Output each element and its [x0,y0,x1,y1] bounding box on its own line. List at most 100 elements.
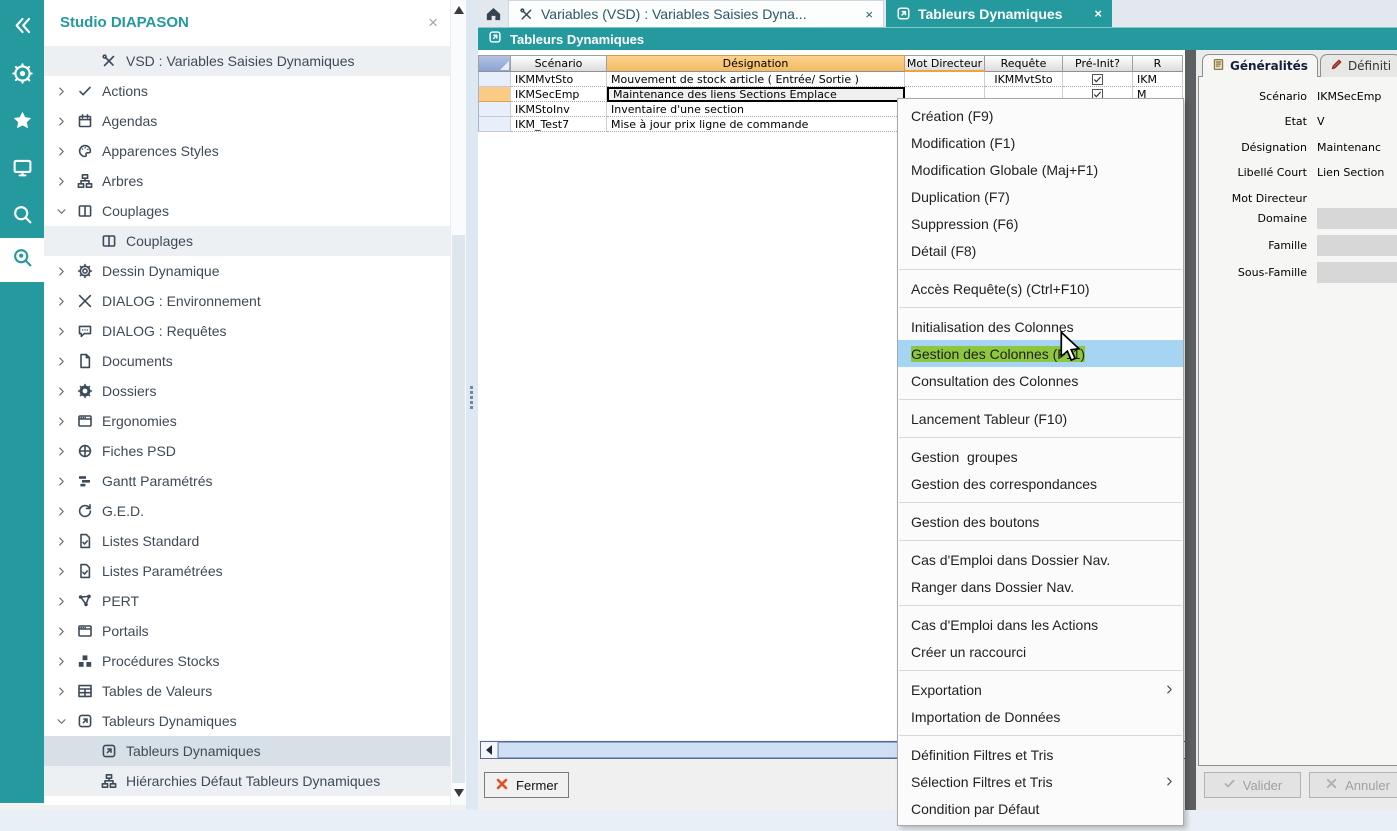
tree-item-pert[interactable]: PERT [44,586,450,616]
chevron-right-icon[interactable] [54,566,68,577]
chevron-right-icon[interactable] [54,386,68,397]
tree-item-g-e-d[interactable]: G.E.D. [44,496,450,526]
cell-scenario[interactable]: IKMMvtSto [511,72,607,87]
table-row[interactable]: IKMMvtStoMouvement de stock article ( En… [478,72,1183,87]
grid-column-header-d-signation[interactable]: Désignation [607,55,905,72]
scroll-left-icon[interactable] [481,742,498,758]
tree-item-documents[interactable]: Documents [44,346,450,376]
cell-mot-directeur[interactable] [905,72,985,87]
cell-scenario[interactable]: IKM_Test7 [511,117,607,132]
menu-item-condition-par-d-faut[interactable]: Condition par Défaut [898,795,1183,822]
chevron-right-icon[interactable] [54,416,68,427]
valider-button[interactable]: Valider [1204,772,1301,798]
tree-scrollbar-thumb[interactable] [452,235,465,783]
grid-column-header-r[interactable]: R [1133,55,1183,72]
tree-item-dialog-requ-tes[interactable]: DIALOG : Requêtes [44,316,450,346]
tree-item-tableurs-dynamiques[interactable]: Tableurs Dynamiques [44,736,450,766]
tree-item-ergonomies[interactable]: Ergonomies [44,406,450,436]
tree-scrollbar[interactable] [450,0,466,805]
menu-item-d-tail-f8[interactable]: Détail (F8) [898,237,1183,264]
cell-scenario[interactable]: IKMSecEmp [511,87,607,102]
row-selector[interactable] [478,72,511,87]
field-input-sous-famille[interactable] [1317,262,1397,283]
fermer-button[interactable]: Fermer [484,772,569,798]
menu-item-gestion-groupes[interactable]: Gestion groupes [898,443,1183,470]
menu-item-gestion-des-colonnes-f11[interactable]: Gestion des Colonnes (F11) [898,340,1183,367]
cell-requete[interactable]: IKMMvtSto [985,72,1063,87]
rail-item-favorites-star[interactable] [0,101,44,145]
cell-pre-init[interactable] [1063,72,1133,87]
field-input-famille[interactable] [1317,235,1397,256]
menu-item-cas-d-emploi-dans-dossier-nav[interactable]: Cas d'Emploi dans Dossier Nav. [898,546,1183,573]
scroll-down-icon[interactable] [454,789,464,797]
home-icon[interactable] [484,4,503,28]
cell-designation[interactable]: Mise à jour prix ligne de commande [607,117,905,132]
tree-item-portails[interactable]: Portails [44,616,450,646]
tab-close-icon[interactable]: × [855,7,873,22]
chevron-right-icon[interactable] [54,176,68,187]
tree-item-agendas[interactable]: Agendas [44,106,450,136]
rail-item-modules-wheel[interactable] [0,54,44,98]
grid-select-all-header[interactable] [478,55,511,72]
cell-designation[interactable]: Inventaire d'une section [607,102,905,117]
tree-item-apparences-styles[interactable]: Apparences Styles [44,136,450,166]
tab-variables-vsd-variables-saisies-dyna[interactable]: Variables (VSD) : Variables Saisies Dyna… [508,0,884,27]
tree-item-tableurs-dynamiques[interactable]: Tableurs Dynamiques [44,706,450,736]
cell-scenario[interactable]: IKMStoInv [511,102,607,117]
tree-item-arbres[interactable]: Arbres [44,166,450,196]
rail-item-search[interactable] [0,195,44,239]
grid-column-header-requ-te[interactable]: Requête [985,55,1063,72]
rail-item-search-location[interactable] [0,238,44,282]
menu-item-importation-de-donn-es[interactable]: Importation de Données [898,703,1183,730]
chevron-right-icon[interactable] [54,86,68,97]
menu-item-gestion-des-boutons[interactable]: Gestion des boutons [898,508,1183,535]
menu-item-duplication-f7[interactable]: Duplication (F7) [898,183,1183,210]
chevron-right-icon[interactable] [54,656,68,667]
chevron-right-icon[interactable] [54,686,68,697]
menu-item-acc-s-requ-te-s-ctrl-f10[interactable]: Accès Requête(s) (Ctrl+F10) [898,275,1183,302]
menu-item-d-finition-filtres-et-tris[interactable]: Définition Filtres et Tris [898,741,1183,768]
scroll-up-icon[interactable] [454,6,464,14]
tree-item-couplages[interactable]: Couplages [44,226,450,256]
cell-designation[interactable]: Mouvement de stock article ( Entrée/ Sor… [607,72,905,87]
chevron-right-icon[interactable] [54,596,68,607]
menu-item-modification-globale-maj-f1[interactable]: Modification Globale (Maj+F1) [898,156,1183,183]
row-selector[interactable] [478,87,511,102]
annuler-button[interactable]: Annuler [1309,772,1397,798]
tree-item-vsd-variables-saisies-dynamiques[interactable]: VSD : Variables Saisies Dynamiques [44,46,450,76]
cell-r[interactable]: IKM [1133,72,1183,87]
row-selector[interactable] [478,102,511,117]
tree-item-listes-param-tr-es[interactable]: Listes Paramétrées [44,556,450,586]
tree-item-actions[interactable]: Actions [44,76,450,106]
tree-item-fiches-psd[interactable]: Fiches PSD [44,436,450,466]
detail-tab-g-n-ralit-s[interactable]: Généralités [1202,54,1318,77]
grid-column-header-pr-init-[interactable]: Pré-Init? [1063,55,1133,72]
chevron-right-icon[interactable] [54,356,68,367]
tree-item-couplages[interactable]: Couplages [44,196,450,226]
menu-item-consultation-des-colonnes[interactable]: Consultation des Colonnes [898,367,1183,394]
tree-item-proc-dures-stocks[interactable]: Procédures Stocks [44,646,450,676]
pane-divider[interactable] [1185,50,1196,810]
chevron-right-icon[interactable] [54,446,68,457]
menu-item-cr-ation-f9[interactable]: Création (F9) [898,102,1183,129]
menu-item-cr-er-un-raccourci[interactable]: Créer un raccourci [898,638,1183,665]
checkbox-checked-icon[interactable] [1092,74,1103,85]
detail-tab-d-finiti[interactable]: Définiti [1320,54,1397,77]
tree-item-gantt-param-tr-s[interactable]: Gantt Paramétrés [44,466,450,496]
field-input-domaine[interactable] [1317,208,1397,229]
chevron-right-icon[interactable] [54,506,68,517]
grid-column-header-sc-nario[interactable]: Scénario [511,55,607,72]
chevron-right-icon[interactable] [54,326,68,337]
menu-item-suppression-f6[interactable]: Suppression (F6) [898,210,1183,237]
chevron-right-icon[interactable] [54,296,68,307]
panel-splitter[interactable] [466,0,478,810]
chevron-right-icon[interactable] [54,476,68,487]
chevron-right-icon[interactable] [54,266,68,277]
chevron-right-icon[interactable] [54,626,68,637]
menu-item-ranger-dans-dossier-nav[interactable]: Ranger dans Dossier Nav. [898,573,1183,600]
rail-item-screens-monitor[interactable] [0,148,44,192]
menu-item-s-lection-filtres-et-tris[interactable]: Sélection Filtres et Tris [898,768,1183,795]
tree-item-dossiers[interactable]: Dossiers [44,376,450,406]
tree-item-tables-de-valeurs[interactable]: Tables de Valeurs [44,676,450,706]
rail-item-collapse-chevrons[interactable] [0,6,44,50]
